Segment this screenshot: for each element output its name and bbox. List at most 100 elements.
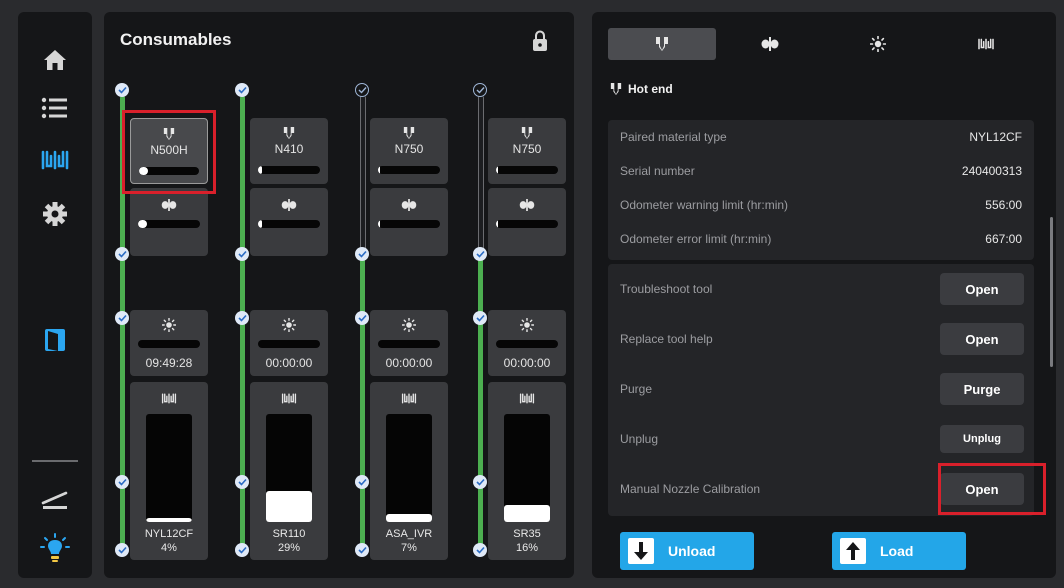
fan-icon bbox=[281, 198, 297, 216]
hotend-card[interactable]: N750 bbox=[370, 118, 448, 184]
action-label: Troubleshoot tool bbox=[620, 282, 713, 296]
scrollbar[interactable] bbox=[1050, 217, 1053, 367]
spool-level bbox=[146, 414, 192, 522]
fan-icon bbox=[761, 37, 779, 51]
fan-odometer-fill bbox=[258, 220, 262, 228]
door-nav-button[interactable] bbox=[18, 320, 92, 360]
spool-icon bbox=[401, 392, 417, 410]
fan-odometer-fill bbox=[138, 220, 148, 228]
fan-card[interactable] bbox=[488, 188, 566, 256]
uv-card[interactable]: 00:00:00 bbox=[370, 310, 448, 376]
spool-level-fill bbox=[266, 490, 312, 522]
replace-help-open-button[interactable]: Open bbox=[940, 323, 1024, 355]
list-icon bbox=[41, 97, 67, 119]
load-label: Load bbox=[880, 543, 914, 559]
tab-spool[interactable] bbox=[932, 28, 1040, 60]
spool-level bbox=[386, 414, 432, 522]
sun-icon bbox=[401, 317, 417, 337]
hotend-odometer-fill bbox=[378, 166, 381, 174]
spool-icon bbox=[41, 150, 69, 170]
action-row-unplug: Unplug Unplug bbox=[620, 414, 1024, 464]
hotend-odometer-fill bbox=[258, 166, 262, 174]
unload-label: Unload bbox=[668, 543, 716, 559]
spool-icon bbox=[519, 392, 535, 410]
door-icon bbox=[45, 329, 65, 351]
uv-time: 00:00:00 bbox=[265, 356, 313, 370]
tab-fan[interactable] bbox=[716, 28, 824, 60]
info-row: Serial number 240400313 bbox=[620, 154, 1022, 188]
lightbulb-icon bbox=[40, 533, 70, 562]
fan-card[interactable] bbox=[370, 188, 448, 256]
troubleshoot-open-button[interactable]: Open bbox=[940, 273, 1024, 305]
arrow-down-icon bbox=[628, 538, 654, 564]
unplug-button[interactable]: Unplug bbox=[940, 425, 1024, 453]
spool-card[interactable]: SR35 16% bbox=[488, 382, 566, 560]
fan-card[interactable] bbox=[250, 188, 328, 256]
action-label: Manual Nozzle Calibration bbox=[620, 482, 761, 496]
hotend-card[interactable]: N410 bbox=[250, 118, 328, 184]
info-value: NYL12CF bbox=[969, 130, 1022, 144]
spool-name: SR110 bbox=[272, 528, 306, 540]
bed-nav-button[interactable] bbox=[18, 480, 92, 520]
hotend-odometer-bar bbox=[496, 166, 558, 174]
status-check-icon bbox=[473, 83, 487, 97]
section-title-text: Hot end bbox=[628, 82, 673, 96]
hotend-icon bbox=[610, 83, 622, 95]
tool-tabs bbox=[608, 28, 1040, 60]
status-check-icon bbox=[355, 543, 369, 557]
fan-odometer-bar bbox=[258, 220, 320, 228]
spool-icon bbox=[161, 392, 177, 410]
status-check-icon bbox=[235, 475, 249, 489]
uv-time: 00:00:00 bbox=[503, 356, 551, 370]
tab-uv[interactable] bbox=[824, 28, 932, 60]
spool-percent: 7% bbox=[401, 542, 417, 554]
info-key: Paired material type bbox=[620, 130, 727, 144]
info-row: Odometer warning limit (hr:min) 556:00 bbox=[620, 188, 1022, 222]
spool-name: ASA_IVR bbox=[385, 528, 433, 540]
selection-highlight bbox=[122, 110, 216, 194]
info-row: Odometer error limit (hr:min) 667:00 bbox=[620, 222, 1022, 256]
info-value: 667:00 bbox=[985, 232, 1022, 246]
flow-line bbox=[478, 256, 483, 552]
status-check-icon bbox=[235, 543, 249, 557]
spool-card[interactable]: NYL12CF 4% bbox=[130, 382, 208, 560]
uv-card[interactable]: 00:00:00 bbox=[250, 310, 328, 376]
fan-card[interactable] bbox=[130, 188, 208, 256]
purge-button[interactable]: Purge bbox=[940, 373, 1024, 405]
uv-card[interactable]: 09:49:28 bbox=[130, 310, 208, 376]
info-row: Paired material type NYL12CF bbox=[620, 120, 1022, 154]
spool-percent: 16% bbox=[515, 542, 539, 554]
flow-line bbox=[478, 96, 484, 256]
status-check-icon bbox=[115, 247, 129, 261]
details-panel: Hot end Paired material type NYL12CF Seri… bbox=[592, 12, 1056, 578]
settings-nav-button[interactable] bbox=[18, 194, 92, 234]
unload-button[interactable]: Unload bbox=[620, 532, 754, 570]
load-button[interactable]: Load bbox=[832, 532, 966, 570]
consumables-nav-button[interactable] bbox=[18, 140, 92, 180]
action-label: Unplug bbox=[620, 432, 659, 446]
fan-odometer-bar bbox=[138, 220, 200, 228]
uv-time: 00:00:00 bbox=[385, 356, 433, 370]
list-nav-button[interactable] bbox=[18, 88, 92, 128]
section-title: Hot end bbox=[610, 82, 673, 96]
light-nav-button[interactable] bbox=[18, 528, 92, 568]
status-check-icon bbox=[235, 83, 249, 97]
status-check-icon bbox=[473, 543, 487, 557]
home-nav-button[interactable] bbox=[18, 40, 92, 80]
status-check-icon bbox=[473, 475, 487, 489]
gear-icon bbox=[43, 202, 67, 226]
spool-card[interactable]: ASA_IVR 7% bbox=[370, 382, 448, 560]
uv-card[interactable]: 00:00:00 bbox=[488, 310, 566, 376]
status-check-icon bbox=[115, 83, 129, 97]
hotend-card[interactable]: N750 bbox=[488, 118, 566, 184]
sun-icon bbox=[519, 317, 535, 337]
arrow-up-icon bbox=[840, 538, 866, 564]
lock-icon[interactable] bbox=[530, 30, 550, 52]
spool-percent: 29% bbox=[277, 542, 301, 554]
tab-hotend[interactable] bbox=[608, 28, 716, 60]
status-check-icon bbox=[235, 247, 249, 261]
spool-card[interactable]: SR110 29% bbox=[250, 382, 328, 560]
uv-bar bbox=[258, 340, 320, 348]
hotend-label: N750 bbox=[394, 142, 424, 156]
status-check-icon bbox=[355, 247, 369, 261]
